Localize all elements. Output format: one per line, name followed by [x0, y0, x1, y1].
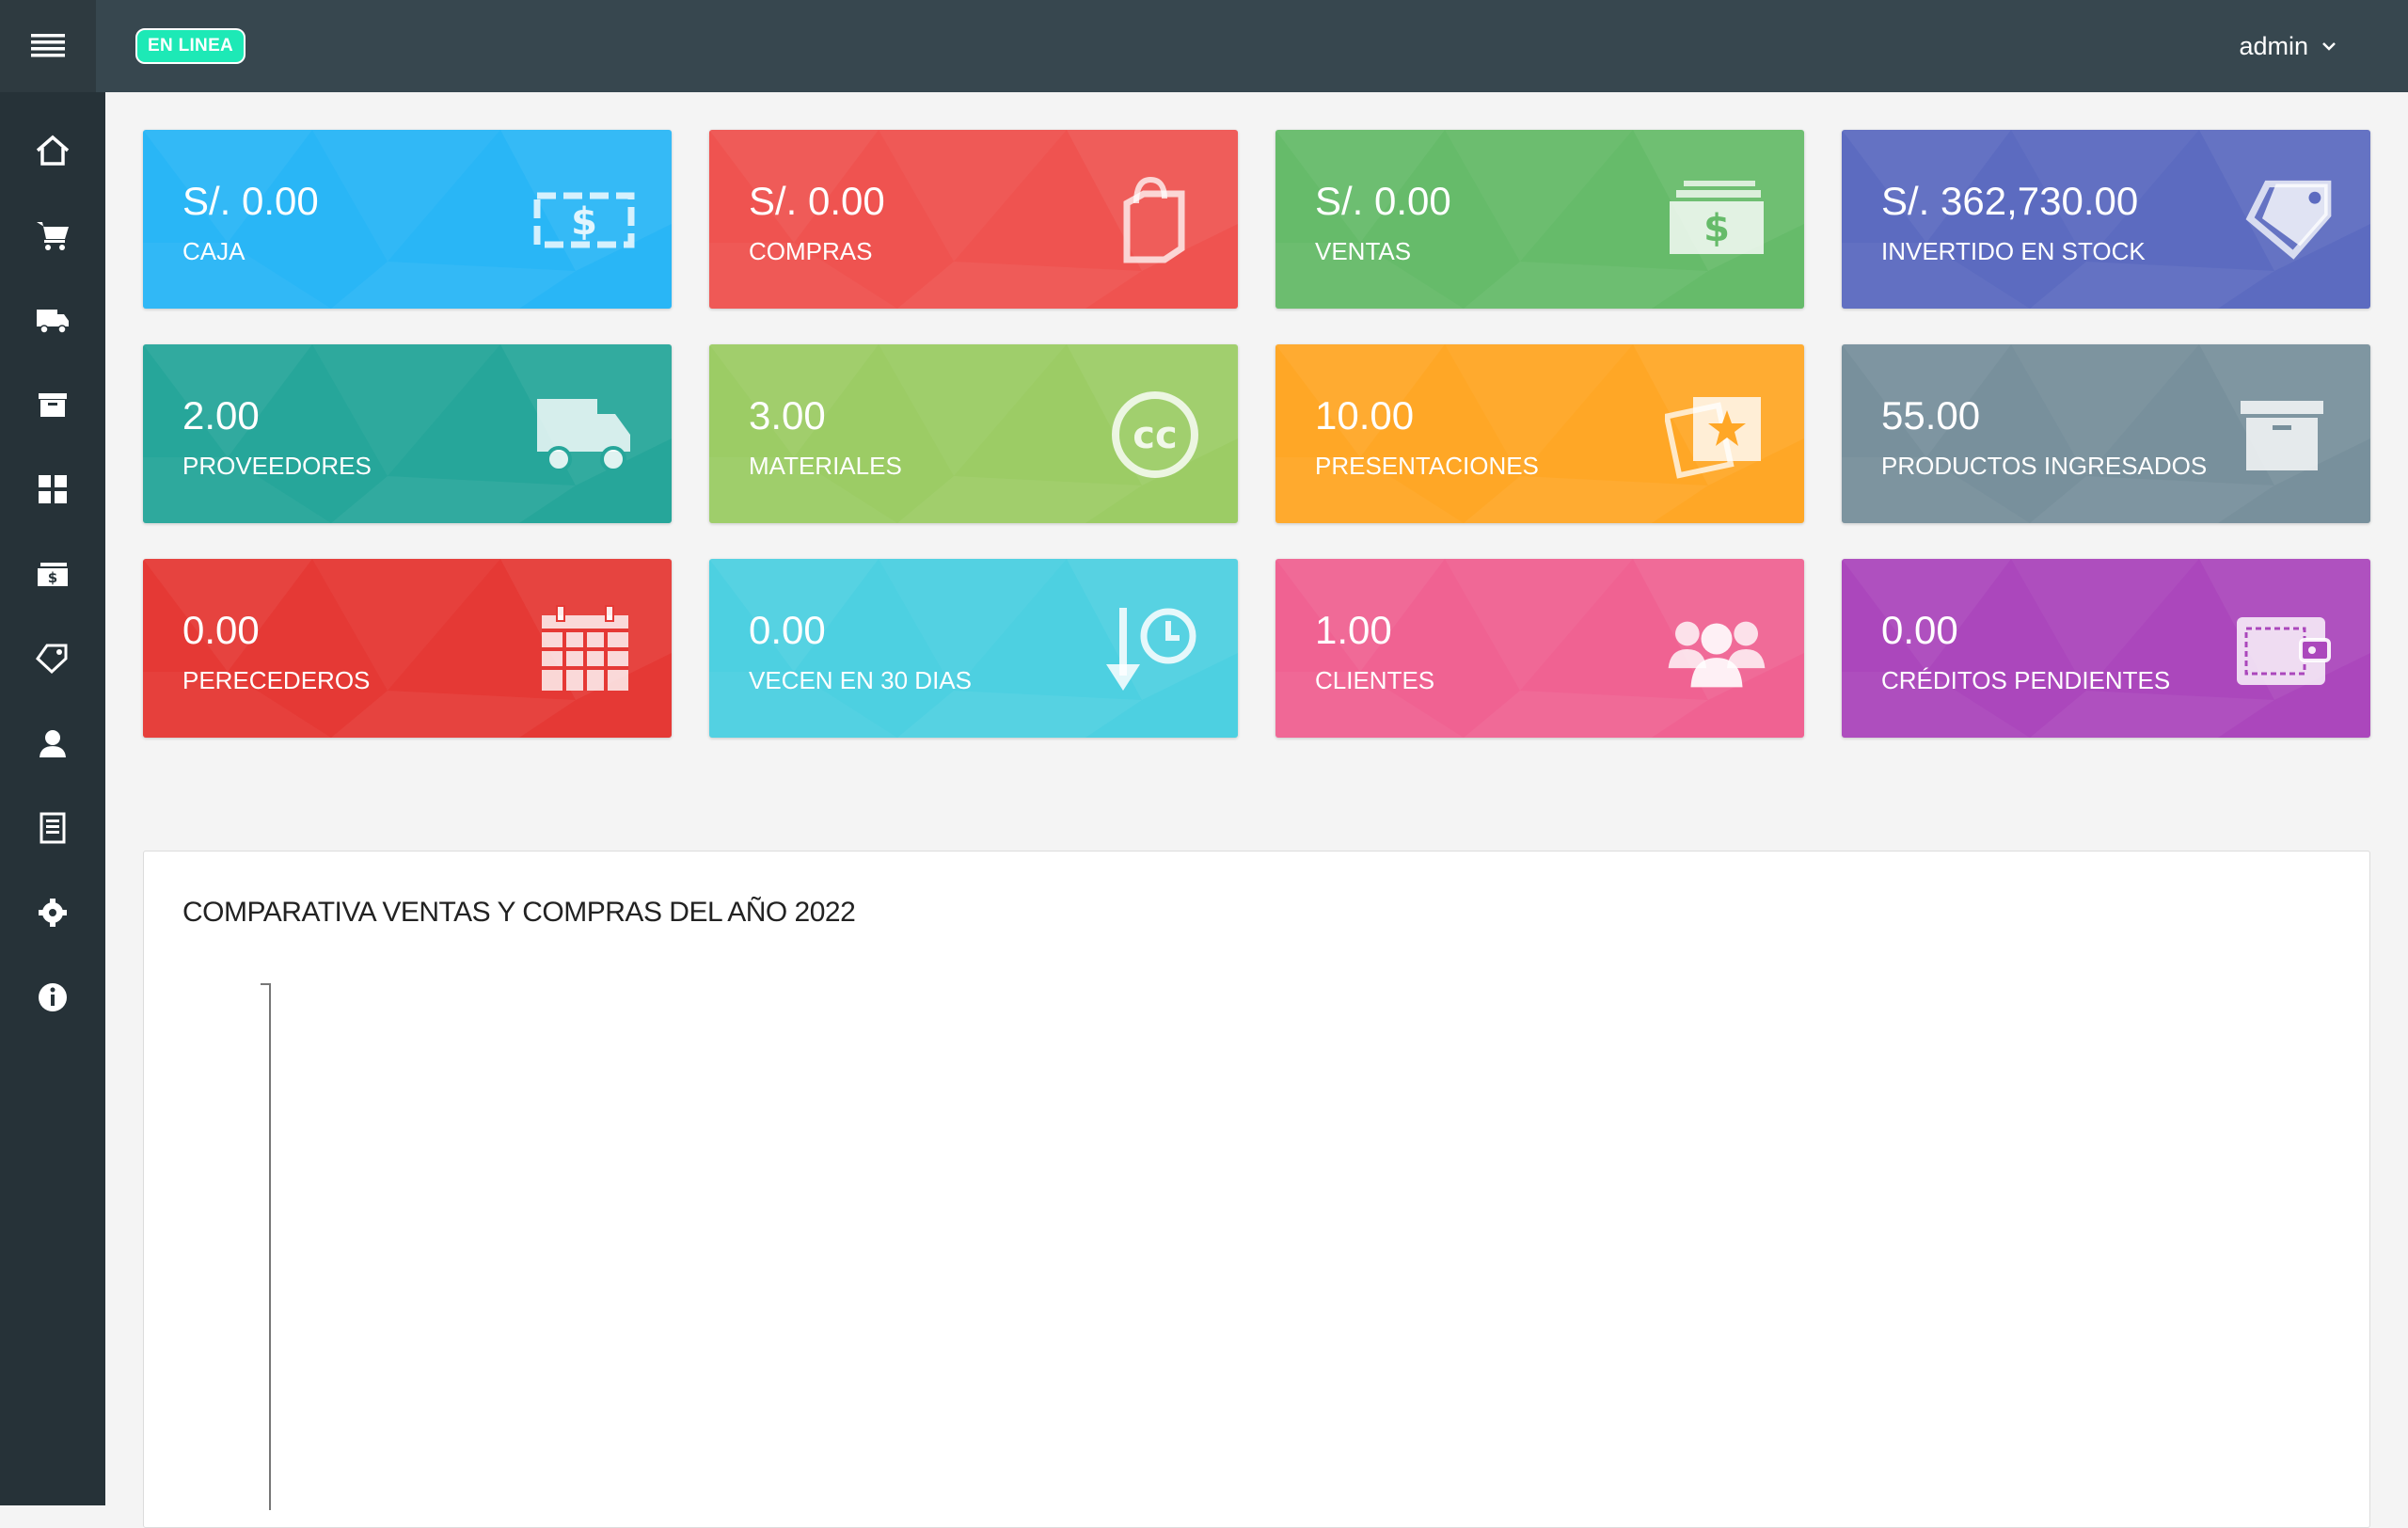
- username: admin: [2239, 32, 2308, 61]
- card-label: INVERTIDO EN STOCK: [1881, 237, 2146, 266]
- chart-panel: COMPARATIVA VENTAS Y COMPRAS DEL AÑO 202…: [143, 851, 2370, 1528]
- card-creditos-pendientes[interactable]: 0.00 CRÉDITOS PENDIENTES: [1842, 559, 2370, 738]
- svg-text:cc: cc: [1133, 414, 1177, 457]
- card-value: S/. 0.00: [1315, 179, 1451, 224]
- card-label: PERECEDEROS: [182, 666, 370, 695]
- card-invertido-stock[interactable]: S/. 362,730.00 INVERTIDO EN STOCK: [1842, 130, 2370, 309]
- sidebar-item-clientes[interactable]: [0, 715, 105, 772]
- card-label: CRÉDITOS PENDIENTES: [1881, 666, 2170, 695]
- cart-icon: [35, 219, 71, 251]
- card-value: S/. 0.00: [749, 179, 885, 224]
- wallet-icon: [2231, 604, 2335, 694]
- creative-commons-icon: cc: [1099, 390, 1202, 480]
- card-label: PROVEEDORES: [182, 452, 372, 481]
- card-compras[interactable]: S/. 0.00 COMPRAS: [709, 130, 1238, 309]
- chart-area: [200, 983, 2326, 1510]
- top-navbar: EN LINEA admin: [0, 0, 2408, 92]
- card-value: 2.00: [182, 393, 260, 438]
- sidebar-item-reportes[interactable]: [0, 800, 105, 856]
- card-perecederos[interactable]: 0.00 PERECEDEROS: [143, 559, 672, 738]
- card-label: PRODUCTOS INGRESADOS: [1881, 452, 2207, 481]
- svg-text:$: $: [571, 200, 597, 244]
- card-proveedores[interactable]: 2.00 PROVEEDORES: [143, 344, 672, 523]
- archive-icon: [35, 389, 71, 421]
- report-icon: [35, 812, 71, 844]
- money-stack-icon: $: [1665, 175, 1768, 265]
- card-ventas[interactable]: S/. 0.00 VENTAS $: [1275, 130, 1804, 309]
- home-icon: [35, 135, 71, 167]
- card-label: CLIENTES: [1315, 666, 1434, 695]
- sidebar-item-categorias[interactable]: [0, 461, 105, 517]
- archive-icon: [2231, 390, 2335, 480]
- sidebar-item-ventas[interactable]: [0, 630, 105, 687]
- sidebar-item-home[interactable]: [0, 122, 105, 179]
- card-clientes[interactable]: 1.00 CLIENTES: [1275, 559, 1804, 738]
- card-value: 0.00: [182, 608, 260, 653]
- gear-icon: [35, 897, 71, 929]
- shopping-bag-icon: [1099, 175, 1202, 265]
- card-value: S/. 0.00: [182, 179, 319, 224]
- card-label: MATERIALES: [749, 452, 902, 481]
- status-badge: EN LINEA: [135, 28, 246, 64]
- sidebar-item-almacen[interactable]: [0, 376, 105, 433]
- tags-icon: [2231, 175, 2335, 265]
- card-label: PRESENTACIONES: [1315, 452, 1539, 481]
- card-label: VENTAS: [1315, 237, 1411, 266]
- card-value: 55.00: [1881, 393, 1980, 438]
- sidebar: $: [0, 92, 105, 1505]
- card-value: 0.00: [749, 608, 826, 653]
- card-vencen-30-dias[interactable]: 0.00 VECEN EN 30 DIAS: [709, 559, 1238, 738]
- sidebar-item-proveedores[interactable]: [0, 292, 105, 348]
- card-productos-ingresados[interactable]: 55.00 PRODUCTOS INGRESADOS: [1842, 344, 2370, 523]
- sidebar-item-compras[interactable]: [0, 207, 105, 263]
- card-label: VECEN EN 30 DIAS: [749, 666, 972, 695]
- card-materiales[interactable]: 3.00 MATERIALES cc: [709, 344, 1238, 523]
- card-label: CAJA: [182, 237, 245, 266]
- history-icon: [1099, 604, 1202, 694]
- card-presentaciones[interactable]: 10.00 PRESENTACIONES: [1275, 344, 1804, 523]
- users-icon: [1665, 604, 1768, 694]
- sidebar-item-acerca[interactable]: [0, 969, 105, 1026]
- svg-text:$: $: [48, 569, 57, 586]
- chart-title: COMPARATIVA VENTAS Y COMPRAS DEL AÑO 202…: [182, 897, 855, 929]
- sidebar-item-configuracion[interactable]: [0, 884, 105, 941]
- main-content: S/. 0.00 CAJA $ S/. 0.00 COMPRAS S/. 0.0…: [105, 92, 2408, 1505]
- money-icon: $: [532, 175, 636, 265]
- chevron-down-icon: [2321, 40, 2337, 52]
- menu-toggle-button[interactable]: [0, 0, 96, 92]
- cash-icon: $: [35, 558, 71, 590]
- sidebar-item-caja[interactable]: $: [0, 546, 105, 602]
- card-value: S/. 362,730.00: [1881, 179, 2138, 224]
- truck-icon: [35, 304, 71, 336]
- truck-icon: [532, 390, 636, 480]
- grid-icon: [35, 473, 71, 505]
- card-value: 3.00: [749, 393, 826, 438]
- info-icon: [35, 981, 71, 1013]
- card-value: 10.00: [1315, 393, 1414, 438]
- card-caja[interactable]: S/. 0.00 CAJA $: [143, 130, 672, 309]
- hamburger-icon: [31, 32, 65, 60]
- photos-icon: [1665, 390, 1768, 480]
- calendar-icon: [532, 604, 636, 694]
- card-label: COMPRAS: [749, 237, 872, 266]
- card-value: 1.00: [1315, 608, 1392, 653]
- tags-icon: [34, 643, 71, 675]
- user-icon: [35, 727, 71, 759]
- card-value: 0.00: [1881, 608, 1958, 653]
- user-menu[interactable]: admin: [2239, 0, 2337, 92]
- svg-text:$: $: [1703, 207, 1730, 250]
